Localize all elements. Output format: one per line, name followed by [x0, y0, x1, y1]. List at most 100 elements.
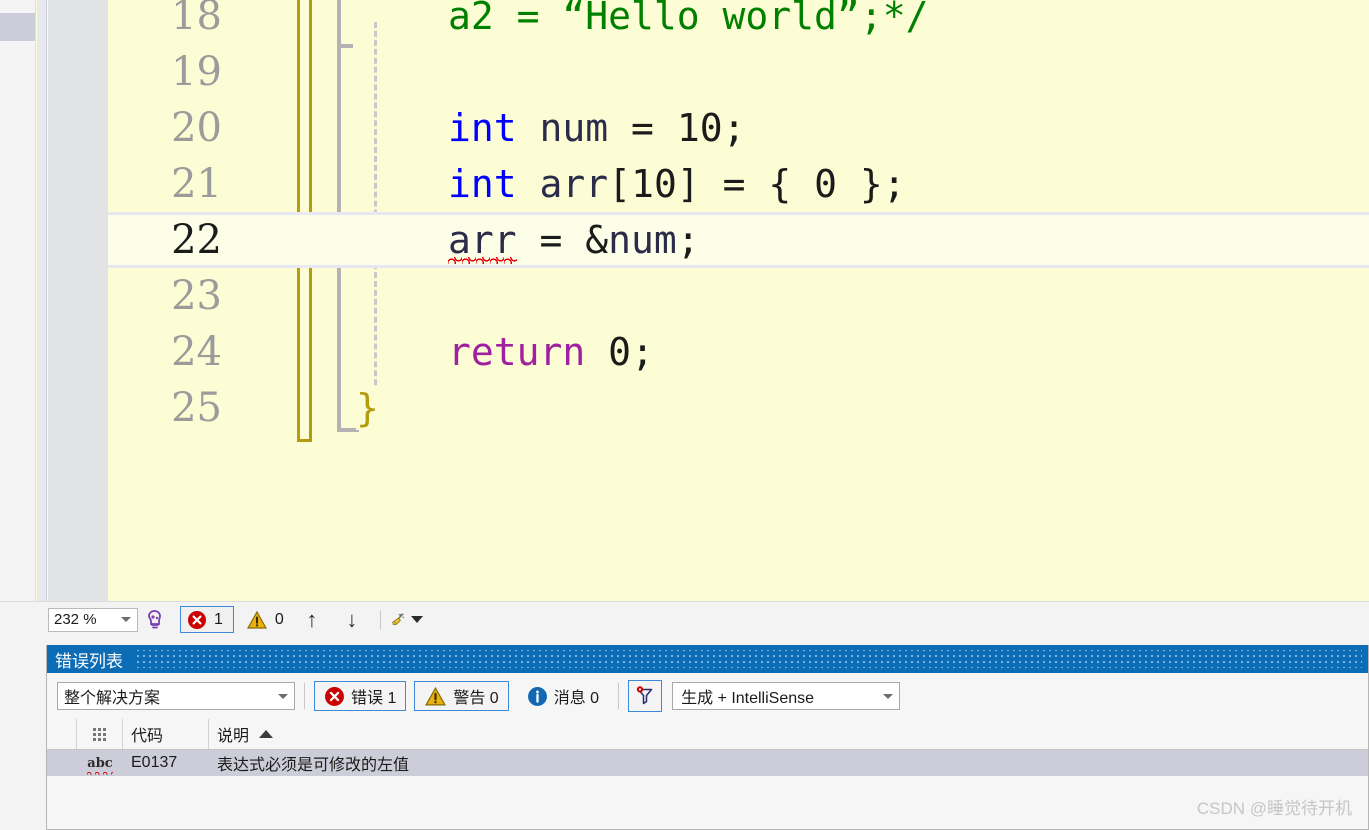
code-token: arr — [448, 218, 517, 262]
code-text-surface[interactable]: a2 = “Hello world”;*/int num = 10; int ar… — [108, 0, 1369, 601]
csdn-watermark: CSDN @睡觉待开机 — [1196, 799, 1352, 818]
error-count-value: 1 — [214, 610, 223, 628]
code-line[interactable]: int num = 10; — [108, 100, 1369, 156]
warning-count-button[interactable]: 0 — [238, 606, 292, 633]
line-number: 24 — [171, 329, 222, 375]
line-number: 25 — [171, 385, 222, 431]
zoom-level-combobox[interactable]: 232 % — [48, 607, 138, 632]
row-icon-cell: abc — [77, 750, 123, 776]
code-line[interactable] — [108, 268, 1369, 324]
broom-icon — [392, 612, 405, 625]
column-header-spacer[interactable] — [47, 719, 77, 749]
code-token: ] = { — [676, 162, 815, 206]
column-header-code[interactable]: 代码 — [123, 719, 209, 749]
code-token: return — [448, 330, 586, 374]
row-code-cell: E0137 — [131, 754, 178, 771]
status-strip-spacer — [0, 602, 46, 637]
next-issue-button[interactable]: ↓ — [332, 607, 372, 633]
line-number: 19 — [171, 49, 222, 95]
build-filter-value: 生成 + IntelliSense — [681, 690, 815, 707]
grid-dots-icon — [93, 727, 106, 741]
error-circle-icon — [325, 686, 344, 706]
table-header-row: 代码 说明 — [47, 719, 1368, 750]
zoom-level-value: 232 % — [54, 610, 97, 628]
scope-chevron-down-icon[interactable] — [278, 693, 288, 699]
previous-issue-button[interactable]: ↑ — [292, 607, 332, 633]
code-token: ; — [631, 330, 654, 374]
error-list-toolbar: 整个解决方案 错误 1 警告 0 消息 0 生成 + IntelliSense — [47, 673, 1368, 719]
error-list-title: 错误列表 — [55, 651, 123, 671]
error-list-title-bar[interactable]: 错误列表 — [47, 645, 1368, 673]
filter-button[interactable] — [628, 680, 663, 712]
build-filter-combobox[interactable]: 生成 + IntelliSense — [672, 682, 901, 710]
messages-filter-label: 消息 0 — [553, 690, 600, 707]
line-number: 21 — [171, 161, 222, 207]
cleanup-chevron-down-icon[interactable] — [410, 616, 423, 623]
code-line-text: int num = 10; — [448, 100, 745, 156]
vs-editor-window: a2 = “Hello world”;*/int num = 10; int ar… — [0, 0, 1369, 830]
code-token: ; — [676, 218, 700, 262]
chevron-down-icon[interactable] — [121, 617, 131, 622]
code-line-text: arr = &num; — [448, 212, 700, 268]
warnings-filter-toggle[interactable]: 警告 0 — [414, 681, 509, 711]
info-circle-icon — [527, 686, 547, 706]
build-chevron-down-icon[interactable] — [883, 693, 894, 699]
code-line-text: return 0; — [448, 324, 654, 380]
sort-ascending-icon — [259, 730, 274, 738]
scope-value: 整个解决方案 — [64, 690, 161, 707]
code-line[interactable]: return 0; — [108, 324, 1369, 380]
code-token: [ — [608, 162, 632, 206]
code-line[interactable]: int arr[10] = { 0 }; — [108, 156, 1369, 212]
code-token: arr — [539, 162, 609, 206]
code-line[interactable]: } — [108, 380, 1369, 436]
intellicode-icon-button[interactable] — [138, 605, 172, 635]
code-token: 0 — [608, 330, 632, 374]
code-line-text: a2 = “Hello world”;*/ — [448, 0, 928, 44]
code-line[interactable]: arr = &num; — [108, 212, 1369, 268]
code-token: num — [539, 106, 609, 150]
code-cleanup-button[interactable] — [389, 605, 423, 635]
code-line-text: } — [356, 380, 379, 436]
line-number: 22 — [171, 217, 222, 263]
title-bar-dots-decoration — [135, 650, 1362, 668]
error-circle-icon — [188, 610, 206, 629]
code-line[interactable] — [108, 44, 1369, 100]
code-token: = & — [516, 218, 609, 262]
filter-funnel-icon — [636, 686, 653, 705]
column-header-icon[interactable] — [77, 719, 123, 749]
row-description-cell: 表达式必须是可修改的左值 — [217, 757, 410, 774]
code-token: 10 — [676, 106, 723, 150]
intellicode-icon — [148, 609, 161, 628]
column-header-description[interactable]: 说明 — [209, 719, 1368, 749]
code-line[interactable]: a2 = “Hello world”;*/ — [108, 0, 1369, 44]
code-token: int — [448, 106, 517, 150]
error-count-button[interactable]: 1 — [180, 606, 234, 633]
code-token: 0 — [814, 162, 837, 206]
error-list-table: 代码 说明 abc E0137 表达式必须是可修改的左值 — [47, 719, 1368, 828]
line-number: 20 — [171, 105, 222, 151]
code-token: int — [448, 162, 517, 206]
table-row[interactable]: abc E0137 表达式必须是可修改的左值 — [47, 750, 1368, 776]
line-number: 18 — [171, 0, 222, 39]
warning-triangle-icon — [246, 610, 267, 629]
editor-status-strip: 232 % 1 0 ↑ ↓ — [0, 601, 1369, 637]
code-line-text: int arr[10] = { 0 }; — [448, 156, 906, 212]
code-token: }; — [837, 162, 906, 206]
scope-combobox[interactable]: 整个解决方案 — [57, 682, 295, 710]
code-token: ; — [722, 106, 746, 150]
warning-count-value: 0 — [274, 610, 284, 628]
messages-filter-toggle[interactable]: 消息 0 — [517, 681, 609, 711]
line-number: 23 — [171, 273, 222, 319]
errors-filter-label: 错误 1 — [351, 690, 397, 707]
panel-left-filler — [0, 637, 46, 830]
code-token: num — [608, 218, 677, 262]
errors-filter-toggle[interactable]: 错误 1 — [314, 681, 407, 711]
warning-triangle-icon — [425, 686, 447, 705]
error-list-empty-area — [47, 776, 1368, 828]
code-token: a2 = — [448, 0, 563, 38]
code-token: “Hello world” — [562, 0, 860, 38]
row-spacer-cell — [47, 750, 77, 776]
